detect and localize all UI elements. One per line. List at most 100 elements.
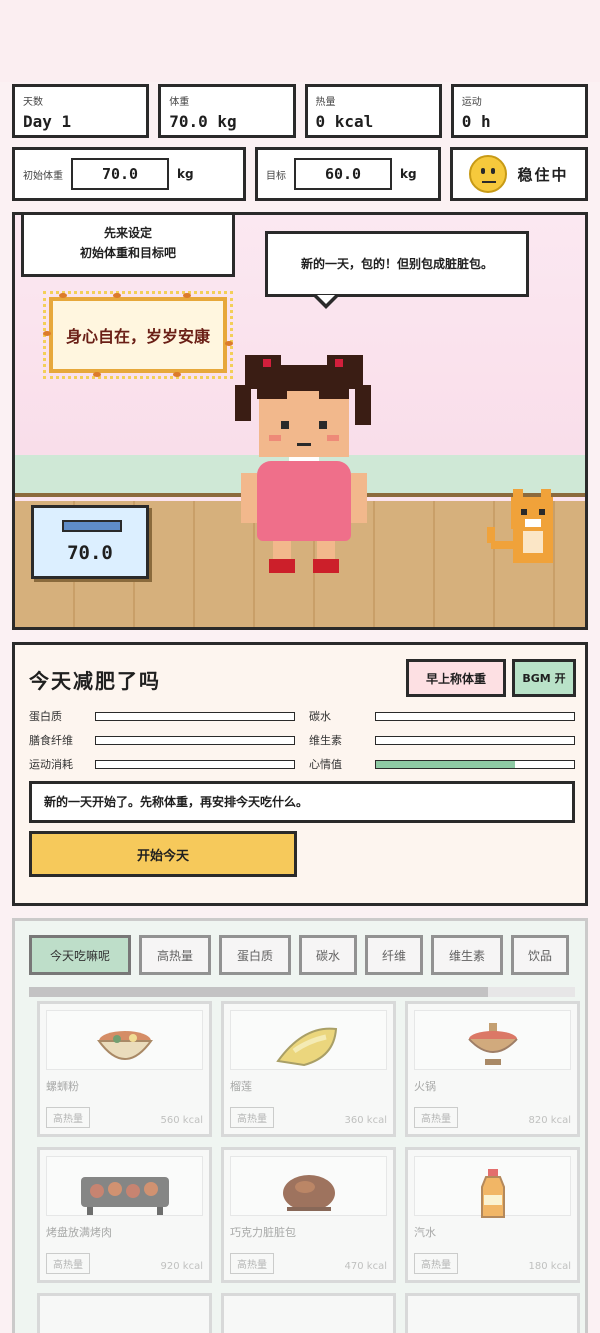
nutrient-label: 蛋白质 bbox=[29, 710, 62, 723]
stat-day-value: Day 1 bbox=[23, 112, 72, 131]
durian-icon bbox=[275, 1027, 337, 1067]
food-name: 榴莲 bbox=[230, 1080, 252, 1093]
target-weight-unit: kg bbox=[400, 167, 417, 181]
food-card[interactable]: 汽水 高热量 180 kcal bbox=[405, 1147, 580, 1283]
nutrient-bar bbox=[375, 735, 575, 745]
food-card[interactable] bbox=[405, 1293, 580, 1333]
stat-calories-label: 热量 bbox=[315, 97, 336, 108]
nutrient-label: 心情值 bbox=[309, 758, 342, 771]
food-tabs: 今天吃嘛呢 高热量 蛋白质 碳水 纤维 维生素 饮品 bbox=[29, 935, 569, 975]
motto-banner: 身心自在，岁岁安康 bbox=[43, 291, 233, 379]
mood-status: 稳住中 bbox=[450, 147, 588, 201]
setup-hint-line1: 先来设定 bbox=[103, 226, 152, 240]
stat-weight-value: 70.0 kg bbox=[169, 112, 237, 131]
nutrient-bar bbox=[375, 759, 575, 769]
food-card[interactable]: 火锅 高热量 820 kcal bbox=[405, 1001, 580, 1137]
food-tag: 高热量 bbox=[230, 1253, 274, 1274]
start-weight-label: 初始体重 bbox=[23, 170, 63, 182]
setup-hint-bubble: 先来设定 初始体重和目标吧 bbox=[21, 215, 235, 277]
food-name: 巧克力脏脏包 bbox=[230, 1226, 296, 1239]
stat-exercise-value: 0 h bbox=[461, 112, 491, 131]
target-weight-label: 目标 bbox=[266, 170, 286, 182]
stat-exercise-label: 运动 bbox=[461, 97, 482, 108]
nutrient-protein: 蛋白质 bbox=[29, 709, 295, 723]
chocolate-bun-icon bbox=[282, 1175, 335, 1211]
food-card[interactable]: 螺蛳粉 高热量 560 kcal bbox=[37, 1001, 212, 1137]
stat-calories-value: 0 kcal bbox=[315, 112, 374, 131]
scroll-progress-track bbox=[29, 987, 575, 997]
stat-day-label: 天数 bbox=[23, 97, 43, 108]
food-tag: 高热量 bbox=[414, 1107, 458, 1128]
food-kcal: 820 kcal bbox=[528, 1115, 571, 1126]
food-kcal: 470 kcal bbox=[344, 1261, 387, 1272]
food-card[interactable]: 烤盘放满烤肉 高热量 920 kcal bbox=[37, 1147, 212, 1283]
start-weight-unit: kg bbox=[177, 167, 194, 181]
food-kcal: 180 kcal bbox=[528, 1261, 571, 1272]
food-image-area bbox=[46, 1010, 203, 1070]
tab-protein[interactable]: 蛋白质 bbox=[219, 935, 291, 975]
bgm-toggle-button[interactable]: BGM 开 bbox=[512, 659, 576, 697]
tab-vitamins[interactable]: 维生素 bbox=[431, 935, 503, 975]
tab-drinks[interactable]: 饮品 bbox=[511, 935, 569, 975]
food-image-area bbox=[414, 1010, 571, 1070]
nutrient-label: 膳食纤维 bbox=[29, 734, 73, 747]
nutrient-bar bbox=[375, 711, 575, 721]
nutrient-carbs: 碳水 bbox=[309, 709, 575, 723]
mood-text: 稳住中 bbox=[517, 165, 569, 184]
nutrient-bar bbox=[95, 711, 295, 721]
target-weight-box: 目标 60.0 kg bbox=[255, 147, 441, 201]
speech-bubble: 新的一天，包的！但别包成脏脏包。 bbox=[265, 231, 529, 309]
bbq-grill-icon bbox=[80, 1177, 169, 1215]
config-row: 初始体重 70.0 kg 目标 60.0 kg 稳住中 bbox=[12, 147, 588, 201]
target-weight-input[interactable]: 60.0 bbox=[294, 158, 392, 190]
scroll-progress-fill bbox=[29, 987, 488, 997]
girl-character bbox=[223, 351, 383, 583]
mood-meter: 心情值 bbox=[309, 757, 575, 771]
nutrient-bar bbox=[95, 759, 295, 769]
nutrient-label: 运动消耗 bbox=[29, 758, 73, 771]
message-box: 新的一天开始了。先称体重，再安排今天吃什么。 bbox=[29, 781, 575, 823]
food-image-area bbox=[46, 1156, 203, 1216]
tab-today[interactable]: 今天吃嘛呢 bbox=[29, 935, 131, 975]
nutrient-label: 维生素 bbox=[309, 734, 342, 747]
weigh-in-button[interactable]: 早上称体重 bbox=[406, 659, 506, 697]
status-panel: 今天减肥了吗 早上称体重 BGM 开 蛋白质 膳食纤维 运动消耗 碳水 维生素 … bbox=[12, 642, 588, 906]
food-kcal: 920 kcal bbox=[160, 1261, 203, 1272]
soda-bottle-icon bbox=[480, 1169, 505, 1218]
nutrient-label: 碳水 bbox=[309, 710, 331, 723]
start-weight-input[interactable]: 70.0 bbox=[71, 158, 169, 190]
stats-row: 天数 Day 1 体重 70.0 kg 热量 0 kcal 运动 0 h bbox=[12, 84, 588, 138]
nutrient-fiber: 膳食纤维 bbox=[29, 733, 295, 747]
motto-text: 身心自在，岁岁安康 bbox=[65, 327, 210, 346]
panel-title: 今天减肥了吗 bbox=[29, 669, 161, 693]
stat-day: 天数 Day 1 bbox=[12, 84, 150, 138]
stat-calories: 热量 0 kcal bbox=[304, 84, 442, 138]
exercise-burn: 运动消耗 bbox=[29, 757, 295, 771]
game-scene: 先来设定 初始体重和目标吧 新的一天，包的！但别包成脏脏包。 身心自在，岁岁安康… bbox=[12, 212, 588, 630]
food-card[interactable]: 榴莲 高热量 360 kcal bbox=[221, 1001, 396, 1137]
nutrient-vitamins: 维生素 bbox=[309, 733, 575, 747]
tab-carbs[interactable]: 碳水 bbox=[299, 935, 357, 975]
neutral-face-icon bbox=[469, 155, 508, 193]
weight-scale[interactable]: 70.0 bbox=[31, 505, 149, 579]
food-card[interactable]: 巧克力脏脏包 高热量 470 kcal bbox=[221, 1147, 396, 1283]
food-tag: 高热量 bbox=[414, 1253, 458, 1274]
food-kcal: 560 kcal bbox=[160, 1115, 203, 1126]
food-image-area bbox=[230, 1156, 387, 1216]
setup-hint-line2: 初始体重和目标吧 bbox=[79, 246, 176, 260]
start-day-button[interactable]: 开始今天 bbox=[29, 831, 297, 877]
tab-high-calorie[interactable]: 高热量 bbox=[139, 935, 211, 975]
start-weight-box: 初始体重 70.0 kg bbox=[12, 147, 246, 201]
tab-fiber[interactable]: 纤维 bbox=[365, 935, 423, 975]
nutrient-bar bbox=[95, 735, 295, 745]
food-tag: 高热量 bbox=[230, 1107, 274, 1128]
food-name: 螺蛳粉 bbox=[46, 1080, 79, 1093]
scale-display-bar bbox=[62, 520, 122, 532]
food-card[interactable] bbox=[221, 1293, 396, 1333]
stat-weight: 体重 70.0 kg bbox=[158, 84, 296, 138]
food-kcal: 360 kcal bbox=[344, 1115, 387, 1126]
food-card[interactable] bbox=[37, 1293, 212, 1333]
food-grid: 螺蛳粉 高热量 560 kcal 榴莲 高热量 360 kcal 火锅 高热量 … bbox=[37, 1001, 580, 1333]
top-spacer bbox=[0, 0, 600, 82]
food-tag: 高热量 bbox=[46, 1107, 90, 1128]
